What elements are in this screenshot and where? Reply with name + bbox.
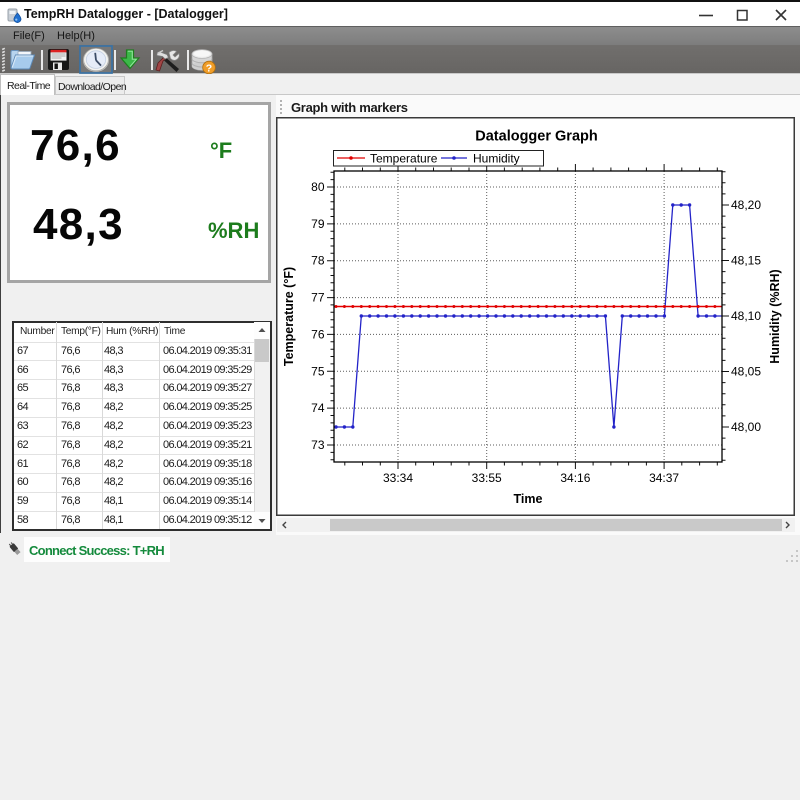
svg-text:Time: Time bbox=[514, 492, 543, 506]
svg-text:Datalogger Graph: Datalogger Graph bbox=[475, 129, 597, 145]
svg-text:79: 79 bbox=[311, 217, 325, 231]
svg-text:48,20: 48,20 bbox=[731, 198, 761, 212]
svg-text:77: 77 bbox=[311, 291, 325, 305]
svg-text:34:37: 34:37 bbox=[649, 471, 679, 485]
svg-text:74: 74 bbox=[311, 401, 325, 415]
svg-text:?: ? bbox=[206, 62, 212, 74]
svg-text:48,00: 48,00 bbox=[731, 420, 761, 434]
svg-text:73: 73 bbox=[311, 438, 325, 452]
svg-text:80: 80 bbox=[311, 180, 325, 194]
svg-text:78: 78 bbox=[311, 254, 325, 268]
svg-text:48,05: 48,05 bbox=[731, 365, 761, 379]
svg-text:33:55: 33:55 bbox=[472, 471, 502, 485]
svg-text:Temperature: Temperature bbox=[370, 152, 438, 166]
svg-text:48,15: 48,15 bbox=[731, 254, 761, 268]
svg-text:Humidity (%RH): Humidity (%RH) bbox=[768, 269, 782, 363]
svg-text:Humidity: Humidity bbox=[473, 152, 520, 166]
svg-text:Temperature (°F): Temperature (°F) bbox=[282, 267, 296, 366]
svg-text:34:16: 34:16 bbox=[560, 471, 590, 485]
svg-text:33:34: 33:34 bbox=[383, 471, 413, 485]
svg-text:75: 75 bbox=[311, 364, 325, 378]
svg-text:48,10: 48,10 bbox=[731, 309, 761, 323]
svg-text:76: 76 bbox=[311, 327, 325, 341]
